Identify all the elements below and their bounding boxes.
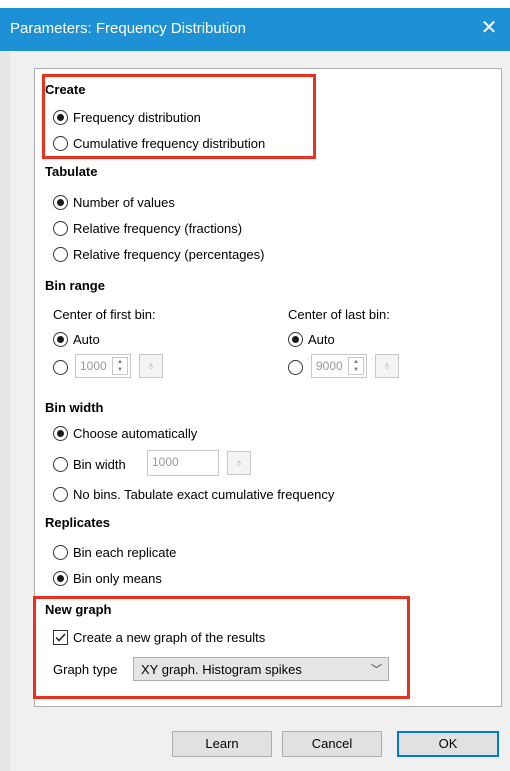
- title-bar: Parameters: Frequency Distribution ✕: [0, 8, 510, 51]
- first-bin-value: 1000: [80, 359, 107, 373]
- replicates-heading: Replicates: [45, 515, 111, 530]
- ok-button[interactable]: OK: [397, 731, 499, 757]
- radio-relative-frequency-fractions[interactable]: Relative frequency (fractions): [53, 221, 242, 236]
- radio-no-bins[interactable]: No bins. Tabulate exact cumulative frequ…: [53, 487, 334, 502]
- bin-range-heading: Bin range: [45, 278, 105, 293]
- bin-width-value: 1000: [152, 455, 179, 469]
- radio-bin-each-replicate[interactable]: Bin each replicate: [53, 545, 176, 560]
- close-icon[interactable]: ✕: [478, 16, 500, 40]
- radio-number-of-values[interactable]: Number of values: [53, 195, 175, 210]
- radio-label: Auto: [73, 332, 100, 347]
- first-bin-spinner[interactable]: 1000 ▲ ▼: [75, 354, 131, 378]
- radio-choose-automatically[interactable]: Choose automatically: [53, 426, 197, 441]
- radio-relative-frequency-percentages[interactable]: Relative frequency (percentages): [53, 247, 265, 262]
- create-highlight-box: [42, 74, 316, 159]
- radio-circle: [53, 332, 68, 347]
- clipped-top-text: [0, 0, 510, 8]
- dialog-body: Create Frequency distribution Cumulative…: [0, 51, 510, 771]
- radio-circle: [53, 221, 68, 236]
- radio-circle: [53, 545, 68, 560]
- last-bin-picker-icon[interactable]: ♁: [375, 354, 399, 378]
- bin-width-heading: Bin width: [45, 400, 104, 415]
- radio-circle: [53, 247, 68, 262]
- window-title: Parameters: Frequency Distribution: [10, 20, 246, 37]
- radio-bin-width[interactable]: Bin width: [53, 457, 126, 472]
- first-bin-picker-icon[interactable]: ♁: [139, 354, 163, 378]
- radio-first-bin-value[interactable]: [53, 360, 73, 375]
- left-strip: [0, 51, 10, 771]
- spinner-arrows[interactable]: ▲ ▼: [348, 357, 364, 375]
- radio-label: Relative frequency (fractions): [73, 221, 243, 236]
- radio-last-bin-auto[interactable]: Auto: [288, 332, 335, 347]
- spin-down-icon[interactable]: ▼: [113, 366, 127, 374]
- radio-bin-only-means[interactable]: Bin only means: [53, 571, 162, 586]
- radio-first-bin-auto[interactable]: Auto: [53, 332, 100, 347]
- learn-button[interactable]: Learn: [172, 731, 272, 757]
- spin-up-icon[interactable]: ▲: [349, 358, 363, 366]
- new-graph-highlight-box: [33, 596, 410, 699]
- last-bin-label: Center of last bin:: [288, 307, 390, 322]
- radio-circle: [53, 195, 68, 210]
- radio-label: No bins. Tabulate exact cumulative frequ…: [73, 487, 335, 502]
- radio-circle: [288, 360, 303, 375]
- radio-label: Relative frequency (percentages): [73, 247, 265, 262]
- radio-circle: [288, 332, 303, 347]
- first-bin-label: Center of first bin:: [53, 307, 156, 322]
- radio-label: Bin width: [73, 457, 126, 472]
- radio-circle: [53, 457, 68, 472]
- spinner-arrows[interactable]: ▲ ▼: [112, 357, 128, 375]
- spin-up-icon[interactable]: ▲: [113, 358, 127, 366]
- radio-circle: [53, 426, 68, 441]
- last-bin-value: 9000: [316, 359, 343, 373]
- radio-circle: [53, 571, 68, 586]
- radio-label: Number of values: [73, 195, 175, 210]
- cancel-button[interactable]: Cancel: [282, 731, 382, 757]
- radio-circle: [53, 360, 68, 375]
- spin-down-icon[interactable]: ▼: [349, 366, 363, 374]
- radio-label: Bin each replicate: [73, 545, 177, 560]
- radio-label: Bin only means: [73, 571, 162, 586]
- radio-circle: [53, 487, 68, 502]
- radio-label: Auto: [308, 332, 335, 347]
- bin-width-picker-icon[interactable]: ♁: [227, 451, 251, 475]
- bin-width-field[interactable]: 1000: [147, 450, 219, 476]
- radio-last-bin-value[interactable]: [288, 360, 308, 375]
- radio-label: Choose automatically: [73, 426, 198, 441]
- last-bin-spinner[interactable]: 9000 ▲ ▼: [311, 354, 367, 378]
- tabulate-heading: Tabulate: [45, 164, 98, 179]
